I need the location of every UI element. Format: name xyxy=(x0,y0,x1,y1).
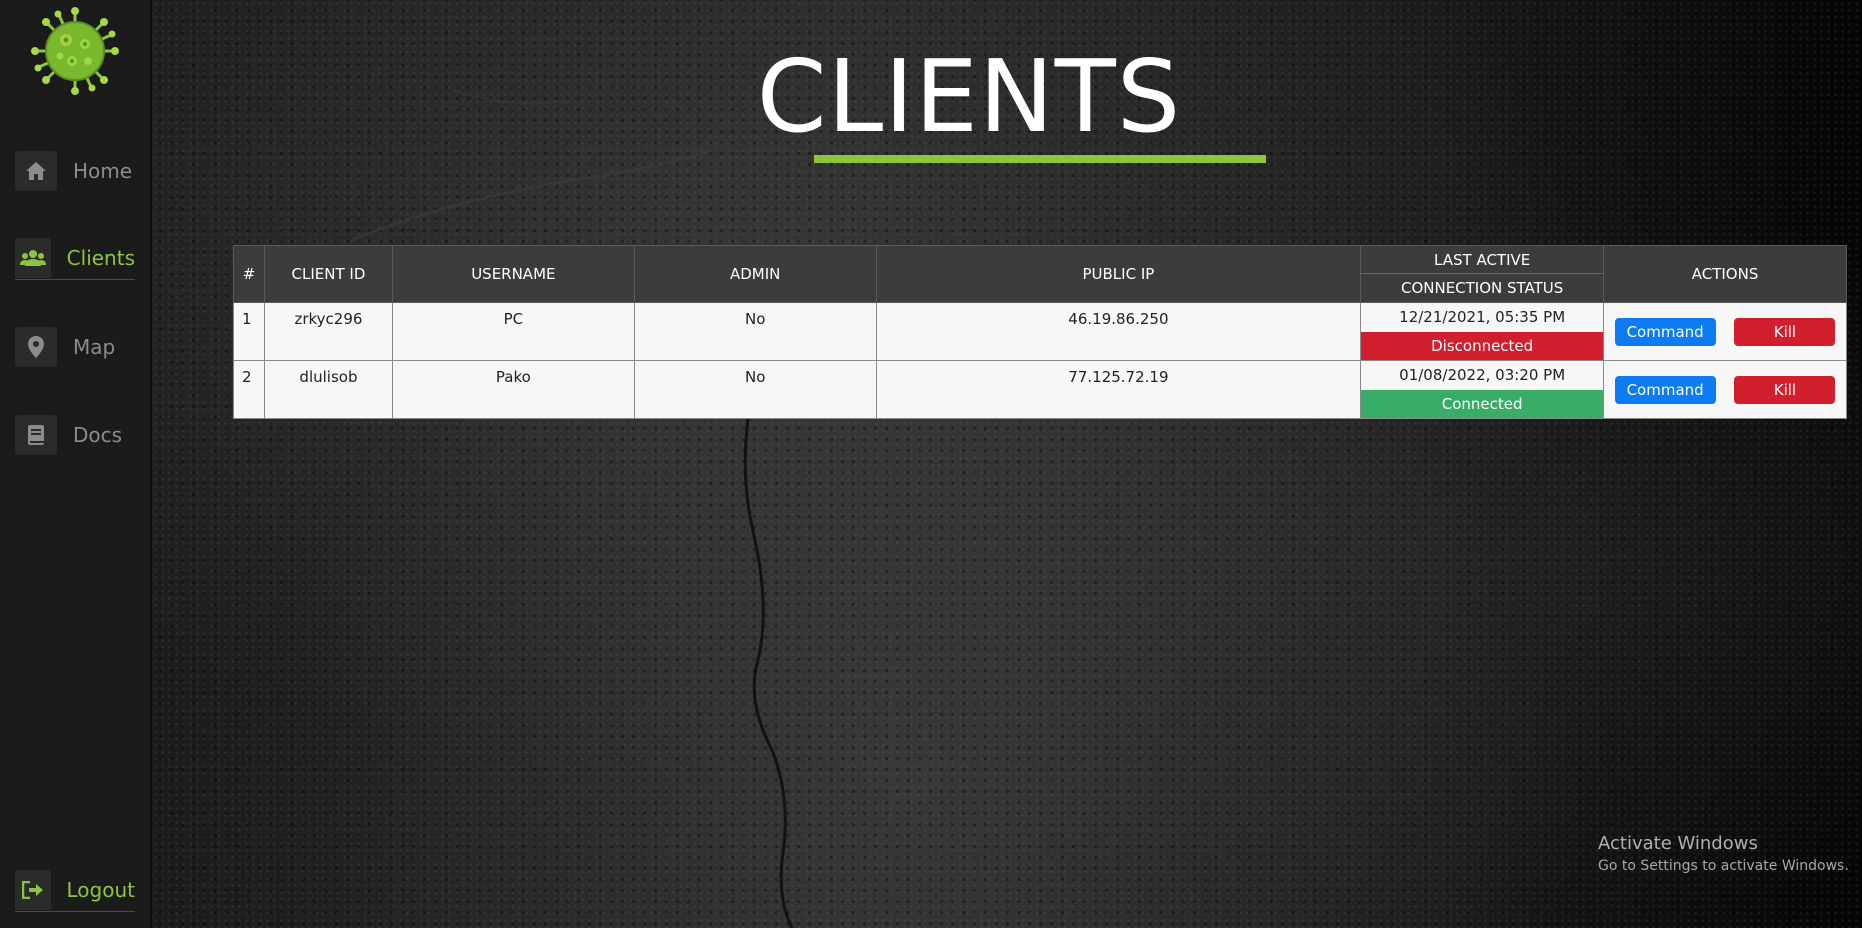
row-index: 1 xyxy=(233,302,265,361)
column-header-username: USERNAME xyxy=(391,245,635,303)
main-content: CLIENTS # CLIENT ID USERNAME ADMIN PUBLI… xyxy=(152,0,1862,928)
sidebar: Home Clients Map Docs Logout xyxy=(0,0,151,928)
command-button[interactable]: Command xyxy=(1614,317,1716,346)
client-id-cell: zrkyc296 xyxy=(263,302,393,361)
connection-status-header: CONNECTION STATUS xyxy=(1400,279,1564,297)
book-icon xyxy=(15,415,57,455)
column-header-client-id: CLIENT ID xyxy=(263,245,393,303)
status-badge: Connected xyxy=(1361,390,1604,418)
table-row: 2 dlulisob Pako No 77.125.72.19 01/08/20… xyxy=(233,360,1847,419)
logout-button[interactable]: Logout xyxy=(15,868,135,912)
username-cell: Pako xyxy=(391,360,635,419)
last-active-value: 01/08/2022, 03:20 PM xyxy=(1399,366,1566,384)
title-underline xyxy=(814,155,1266,163)
public-ip-cell: 46.19.86.250 xyxy=(875,302,1362,361)
command-button[interactable]: Command xyxy=(1614,375,1716,404)
column-header-actions: ACTIONS xyxy=(1603,245,1847,303)
status-cell: 01/08/2022, 03:20 PM Connected xyxy=(1360,360,1605,419)
page-title: CLIENTS xyxy=(756,38,1182,155)
users-icon xyxy=(15,237,51,278)
sidebar-item-label: Map xyxy=(73,335,116,359)
status-badge: Disconnected xyxy=(1361,332,1604,360)
row-index: 2 xyxy=(233,360,265,419)
sidebar-item-clients[interactable]: Clients xyxy=(15,236,135,280)
sidebar-item-label: Docs xyxy=(73,423,123,447)
last-active-header: LAST ACTIVE xyxy=(1361,246,1604,274)
sidebar-item-map[interactable]: Map xyxy=(15,325,135,369)
sidebar-item-docs[interactable]: Docs xyxy=(15,413,135,457)
admin-cell: No xyxy=(633,360,877,419)
admin-cell: No xyxy=(633,302,877,361)
actions-cell: Command Kill xyxy=(1603,360,1847,419)
windows-activation-watermark: Activate Windows Go to Settings to activ… xyxy=(1598,833,1849,874)
sidebar-item-label: Clients xyxy=(66,245,135,270)
status-cell: 12/21/2021, 05:35 PM Disconnected xyxy=(1360,302,1605,361)
column-header-index: # xyxy=(233,245,265,303)
kill-button[interactable]: Kill xyxy=(1734,317,1836,346)
last-active-value: 12/21/2021, 05:35 PM xyxy=(1399,308,1566,326)
table-header-row: # CLIENT ID USERNAME ADMIN PUBLIC IP LAS… xyxy=(233,245,1847,303)
public-ip-cell: 77.125.72.19 xyxy=(875,360,1362,419)
column-header-admin: ADMIN xyxy=(633,245,877,303)
table-row: 1 zrkyc296 PC No 46.19.86.250 12/21/2021… xyxy=(233,302,1847,361)
map-marker-icon xyxy=(15,327,57,367)
watermark-subtitle: Go to Settings to activate Windows. xyxy=(1598,858,1849,874)
sidebar-item-label: Home xyxy=(73,159,133,183)
clients-table: # CLIENT ID USERNAME ADMIN PUBLIC IP LAS… xyxy=(233,245,1847,419)
column-header-public-ip: PUBLIC IP xyxy=(875,245,1362,303)
virus-logo-icon xyxy=(31,7,119,95)
actions-cell: Command Kill xyxy=(1603,302,1847,361)
sidebar-item-home[interactable]: Home xyxy=(15,149,135,193)
column-header-last-active: LAST ACTIVE CONNECTION STATUS xyxy=(1360,245,1605,303)
home-icon xyxy=(15,151,57,191)
logout-label: Logout xyxy=(66,877,135,902)
watermark-title: Activate Windows xyxy=(1598,833,1758,854)
sign-out-icon xyxy=(15,869,51,910)
username-cell: PC xyxy=(391,302,635,361)
client-id-cell: dlulisob xyxy=(263,360,393,419)
kill-button[interactable]: Kill xyxy=(1734,375,1836,404)
